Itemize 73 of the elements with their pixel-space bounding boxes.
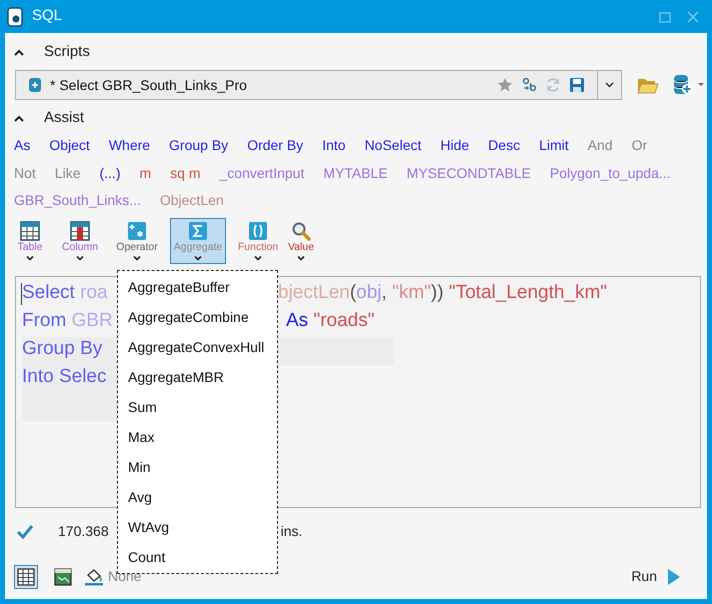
- menu-item[interactable]: AggregateCombine: [118, 302, 277, 332]
- code-token: obj: [356, 281, 382, 306]
- code-token: Select: [22, 281, 76, 306]
- code-token: (: [350, 281, 356, 306]
- code-token: From: [22, 309, 68, 334]
- collapse-icon[interactable]: [14, 48, 24, 56]
- section-header[interactable]: Assist: [44, 106, 84, 130]
- table-view-button[interactable]: [14, 564, 38, 588]
- code-token: Into Selec: [22, 365, 106, 390]
- tool-button[interactable]: Value: [285, 218, 317, 264]
- code-token: "roads": [313, 309, 374, 334]
- parentheses-icon: [248, 220, 268, 240]
- code-token: roa: [80, 281, 108, 306]
- keyword-link[interactable]: Desc: [488, 135, 520, 156]
- caret-icon: [76, 256, 84, 260]
- keyword-link[interactable]: Hide: [440, 135, 470, 156]
- table-icon: [20, 220, 40, 240]
- tool-button[interactable]: Column: [58, 218, 102, 264]
- caret-icon[interactable]: [605, 82, 614, 88]
- caret-icon: [297, 256, 305, 260]
- menu-item[interactable]: Min: [118, 452, 277, 482]
- keyword-link[interactable]: As: [14, 135, 30, 156]
- keyword-link[interactable]: Into: [322, 135, 346, 156]
- sigma-icon: [188, 220, 208, 240]
- keyword-link[interactable]: (...): [99, 162, 120, 184]
- star-icon[interactable]: [497, 77, 513, 93]
- code-token: "km": [392, 281, 431, 306]
- status-text: ins.: [280, 522, 302, 541]
- window-title: SQL: [32, 6, 62, 26]
- magnifier-icon: [291, 220, 311, 240]
- code-token: As: [286, 309, 310, 334]
- code-token: bjectLen: [278, 281, 350, 306]
- code-token: "Total_Length_km": [448, 281, 608, 306]
- caret-icon: [254, 256, 262, 260]
- caret-icon: [194, 256, 202, 260]
- keyword-link[interactable]: m: [139, 162, 152, 184]
- save-icon[interactable]: [569, 77, 585, 93]
- menu-item[interactable]: WtAvg: [118, 512, 277, 542]
- code-token: )): [430, 281, 445, 306]
- operator-icon: [127, 220, 147, 240]
- paint-bucket-icon[interactable]: [84, 568, 104, 586]
- menu-item[interactable]: Count: [118, 542, 277, 572]
- status-text: 170.368: [58, 522, 109, 541]
- menu-item[interactable]: AggregateConvexHull: [118, 332, 277, 362]
- menu-item[interactable]: Max: [118, 422, 277, 452]
- menu-item[interactable]: Sum: [118, 392, 277, 422]
- code-token: ,: [382, 281, 388, 306]
- keyword-link[interactable]: Where: [108, 135, 150, 156]
- caret-icon: [133, 256, 141, 260]
- keyword-link[interactable]: sq m: [170, 162, 200, 184]
- code-token: Group By: [22, 337, 102, 362]
- tool-button[interactable]: Operator: [112, 218, 162, 264]
- keyword-link[interactable]: NoSelect: [364, 135, 422, 156]
- caret-icon: [26, 256, 34, 260]
- keyword-link[interactable]: Group By: [169, 135, 228, 156]
- menu-item[interactable]: AggregateMBR: [118, 362, 277, 392]
- table-icon: [17, 568, 35, 586]
- run-button[interactable]: Run: [631, 566, 681, 587]
- script-name: * Select GBR_South_Links_Pro: [50, 76, 247, 95]
- rename-icon[interactable]: [521, 77, 537, 93]
- play-icon: [667, 568, 681, 586]
- dropdown-menu[interactable]: AggregateBuffer AggregateCombine AggregateConvexHull AggregateMBR Sum Max Min Avg WtAvg Count: [117, 270, 278, 574]
- keyword-link[interactable]: Order By: [247, 135, 304, 156]
- section-header[interactable]: Scripts: [44, 40, 90, 64]
- script-selector[interactable]: * Select GBR_South_Links_Pro: [15, 70, 622, 100]
- keyword-link[interactable]: Object: [49, 135, 90, 156]
- collapse-icon[interactable]: [14, 114, 24, 122]
- open-folder-icon[interactable]: [637, 76, 659, 94]
- code-token: GBR: [72, 309, 113, 334]
- tool-button[interactable]: Table: [14, 218, 46, 264]
- column-icon: [70, 220, 90, 240]
- keyword-link[interactable]: Limit: [539, 135, 569, 156]
- map-window-icon[interactable]: [54, 568, 72, 586]
